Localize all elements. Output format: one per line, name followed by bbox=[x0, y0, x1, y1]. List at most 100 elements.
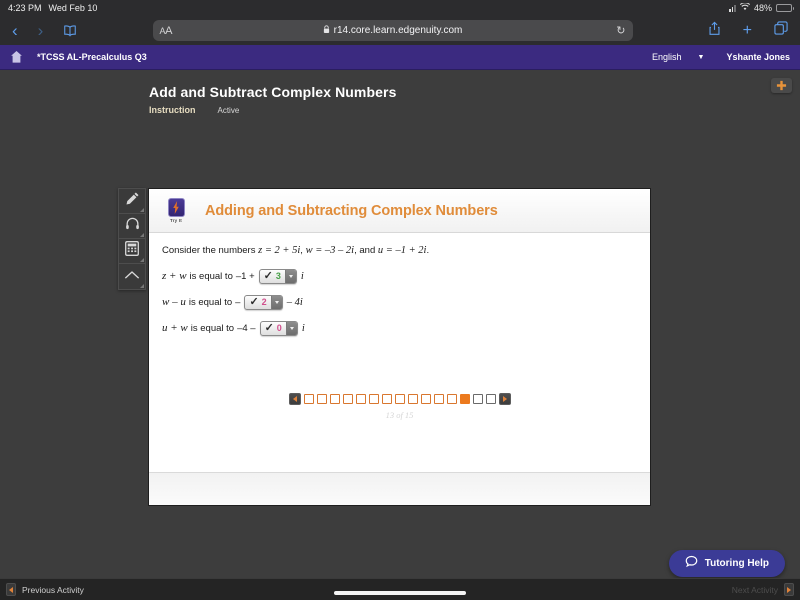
answer-value: 3 bbox=[275, 271, 281, 282]
pagination-dot-current[interactable] bbox=[459, 394, 470, 404]
lesson-page: Add and Subtract Complex Numbers Instruc… bbox=[0, 70, 800, 600]
prompt-z-definition: z = 2 + 5i bbox=[258, 245, 301, 256]
chevron-left-icon[interactable]: ‹ bbox=[12, 22, 18, 39]
pencil-tool-button[interactable] bbox=[119, 189, 145, 214]
pagination-count-label: 13 of 15 bbox=[385, 410, 414, 420]
card-body: Consider the numbers z = 2 + 5i, w = –3 … bbox=[149, 233, 650, 472]
app-header-right: English ▼ Yshante Jones bbox=[652, 52, 790, 62]
activity-nav-bar: Previous Activity Next Activity bbox=[0, 578, 800, 600]
battery-percent-label: 48% bbox=[753, 3, 772, 13]
caret-down-icon[interactable] bbox=[284, 269, 296, 283]
pagination-dot[interactable] bbox=[342, 394, 353, 404]
tool-rail bbox=[118, 188, 146, 290]
ios-status-bar: 4:23 PM Wed Feb 10 48% bbox=[0, 0, 800, 16]
status-bar-date: Wed Feb 10 bbox=[48, 3, 98, 13]
previous-activity-button[interactable]: Previous Activity bbox=[6, 583, 84, 596]
try-it-badge: Try It bbox=[163, 197, 189, 224]
pagination-dot[interactable] bbox=[303, 394, 314, 404]
equation-suffix: – 4i bbox=[286, 296, 303, 308]
course-title: *TCSS AL-Precalculus Q3 bbox=[37, 52, 147, 62]
equation-prefix: –1 + bbox=[235, 270, 255, 282]
pagination-dot[interactable] bbox=[381, 394, 392, 404]
answer-dropdown[interactable]: ✓ 3 bbox=[258, 268, 297, 284]
checkmark-icon: ✓ bbox=[264, 321, 274, 334]
pagination-dot[interactable] bbox=[394, 394, 405, 404]
share-icon[interactable] bbox=[708, 21, 721, 41]
chevron-right-icon[interactable]: › bbox=[38, 22, 44, 39]
home-icon[interactable] bbox=[10, 50, 23, 64]
language-label: English bbox=[652, 52, 682, 62]
cellular-signal-icon bbox=[729, 4, 736, 12]
headphones-icon bbox=[125, 216, 140, 236]
caret-down-icon[interactable] bbox=[285, 321, 297, 335]
book-icon[interactable] bbox=[63, 24, 77, 37]
pagination-dot[interactable] bbox=[433, 394, 444, 404]
status-bar-right: 48% bbox=[729, 2, 794, 13]
answer-dropdown[interactable]: ✓ 2 bbox=[244, 294, 283, 310]
answer-dropdown-face: ✓ 3 bbox=[260, 270, 285, 283]
problem-prompt: Consider the numbers z = 2 + 5i, w = –3 … bbox=[162, 244, 637, 259]
add-button[interactable] bbox=[771, 78, 792, 93]
plus-icon[interactable]: + bbox=[743, 22, 752, 39]
prompt-lead: Consider the numbers bbox=[162, 245, 259, 256]
caret-down-icon[interactable] bbox=[270, 295, 282, 309]
language-selector[interactable]: English ▼ bbox=[652, 52, 704, 62]
tutoring-help-label: Tutoring Help bbox=[704, 558, 769, 569]
safari-toolbar: ‹ › AA r14.core.learn.edgenuity.com ↻ + bbox=[0, 16, 800, 45]
page-title: Add and Subtract Complex Numbers bbox=[149, 84, 397, 100]
pagination-dot[interactable] bbox=[407, 394, 418, 404]
collapse-tool-button[interactable] bbox=[119, 264, 145, 289]
equation-is-equal-to: is equal to bbox=[189, 270, 233, 282]
answer-dropdown[interactable]: ✓ 0 bbox=[259, 320, 298, 336]
equation-lhs: u + w bbox=[162, 322, 188, 335]
status-bar-time: 4:23 PM bbox=[8, 3, 42, 13]
chat-bubble-icon bbox=[685, 555, 698, 573]
user-name-label[interactable]: Yshante Jones bbox=[726, 52, 790, 62]
answer-dropdown-face: ✓ 2 bbox=[245, 296, 270, 309]
tab-instruction[interactable]: Instruction bbox=[149, 105, 196, 115]
answer-value: 0 bbox=[276, 323, 282, 334]
checkmark-icon: ✓ bbox=[249, 295, 259, 308]
pagination-dot[interactable] bbox=[355, 394, 366, 404]
lock-icon bbox=[323, 25, 330, 36]
tutoring-help-button[interactable]: Tutoring Help bbox=[668, 550, 785, 577]
address-bar[interactable]: AA r14.core.learn.edgenuity.com ↻ bbox=[152, 20, 633, 41]
next-activity-button[interactable]: Next Activity bbox=[732, 583, 794, 596]
browser-nav-buttons: ‹ › bbox=[12, 22, 77, 39]
checkmark-icon: ✓ bbox=[263, 269, 273, 282]
audio-tool-button[interactable] bbox=[119, 214, 145, 239]
equation-row: w – u is equal to – ✓ 2 – 4i bbox=[162, 294, 637, 311]
pagination-dot[interactable] bbox=[420, 394, 431, 404]
caret-left-icon bbox=[6, 583, 16, 596]
tabs-icon[interactable] bbox=[774, 21, 788, 40]
try-it-label: Try It bbox=[170, 218, 182, 224]
lightning-bolt-icon bbox=[167, 197, 185, 217]
equation-is-equal-to: is equal to bbox=[188, 296, 233, 308]
equation-row: u + w is equal to –4 – ✓ 0 i bbox=[162, 320, 637, 337]
equation-lhs: w – u bbox=[162, 296, 186, 309]
pagination-dot[interactable] bbox=[446, 394, 457, 404]
card-footer bbox=[149, 472, 650, 505]
prompt-w-definition: w = –3 – 2i bbox=[305, 245, 355, 256]
equation-row: z + w is equal to –1 + ✓ 3 i bbox=[162, 268, 637, 285]
address-bar-center: r14.core.learn.edgenuity.com bbox=[153, 25, 633, 36]
pagination-dot[interactable] bbox=[472, 394, 483, 404]
caret-right-icon bbox=[784, 583, 794, 596]
pagination-dot[interactable] bbox=[485, 394, 496, 404]
pagination-next-button[interactable] bbox=[498, 393, 511, 405]
tab-active[interactable]: Active bbox=[218, 106, 240, 115]
pagination-row bbox=[288, 393, 511, 405]
pagination-dot[interactable] bbox=[368, 394, 379, 404]
answer-value: 2 bbox=[261, 297, 267, 308]
safari-right-icons: + bbox=[708, 21, 788, 41]
app-header-bar: *TCSS AL-Precalculus Q3 English ▼ Yshant… bbox=[0, 45, 800, 70]
wifi-icon bbox=[739, 2, 751, 13]
equation-suffix: i bbox=[301, 322, 305, 334]
pagination-dot[interactable] bbox=[329, 394, 340, 404]
pagination-dot[interactable] bbox=[316, 394, 327, 404]
calculator-tool-button[interactable] bbox=[119, 239, 145, 264]
pagination-prev-button[interactable] bbox=[288, 393, 301, 405]
equation-prefix: – bbox=[235, 296, 241, 308]
calculator-icon bbox=[125, 241, 139, 261]
card-title: Adding and Subtracting Complex Numbers bbox=[205, 202, 498, 219]
